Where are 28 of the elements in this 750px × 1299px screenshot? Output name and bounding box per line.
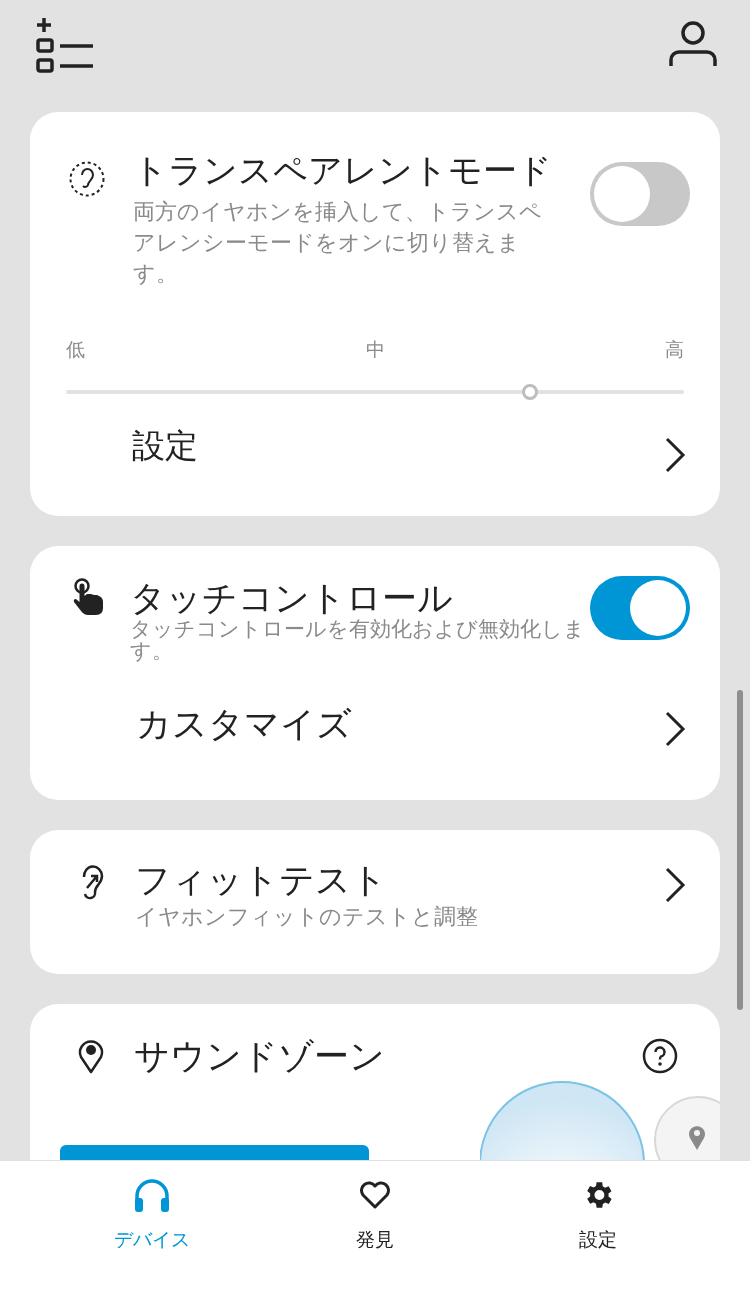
slider-label: 中 (365, 337, 385, 362)
settings-link-row[interactable]: 設定 (68, 423, 686, 474)
headphones-icon (132, 1177, 171, 1213)
help-icon[interactable] (642, 1038, 678, 1074)
card-description: タッチコントロールを有効化および無効化します。 (130, 618, 586, 662)
card-title: フィットテスト (135, 859, 388, 902)
card-title: トランスペアレントモード (133, 149, 553, 192)
card-title: サウンドゾーン (134, 1035, 385, 1078)
hand-pointer-icon (72, 578, 106, 616)
ear-icon (68, 160, 106, 198)
chevron-right-icon (664, 435, 686, 474)
nav-tab[interactable]: 発見 (263, 1161, 487, 1261)
slider-label: 低 (66, 337, 85, 362)
chevron-right-icon (664, 866, 686, 904)
nav-tab[interactable]: 設定 (486, 1161, 710, 1261)
card-title: タッチコントロール (130, 577, 454, 619)
heart-icon (359, 1181, 391, 1209)
card-description: 両方のイヤホンを挿入して、トランスペアレンシーモードをオンに切り替えます。 (133, 198, 543, 288)
chevron-right-icon (664, 710, 686, 748)
slider-thumb[interactable] (521, 383, 538, 400)
card-description: イヤホンフィットのテストと調整 (135, 903, 478, 931)
location-pin-icon (77, 1038, 105, 1074)
fit-test-card[interactable]: フィットテスト イヤホンフィットのテストと調整 (30, 830, 720, 974)
customize-link-row[interactable]: カスタマイズ (68, 702, 686, 748)
add-list-icon[interactable] (36, 16, 96, 74)
user-icon[interactable] (668, 20, 718, 68)
slider-label: 高 (665, 337, 684, 362)
slider-track[interactable] (66, 383, 684, 400)
